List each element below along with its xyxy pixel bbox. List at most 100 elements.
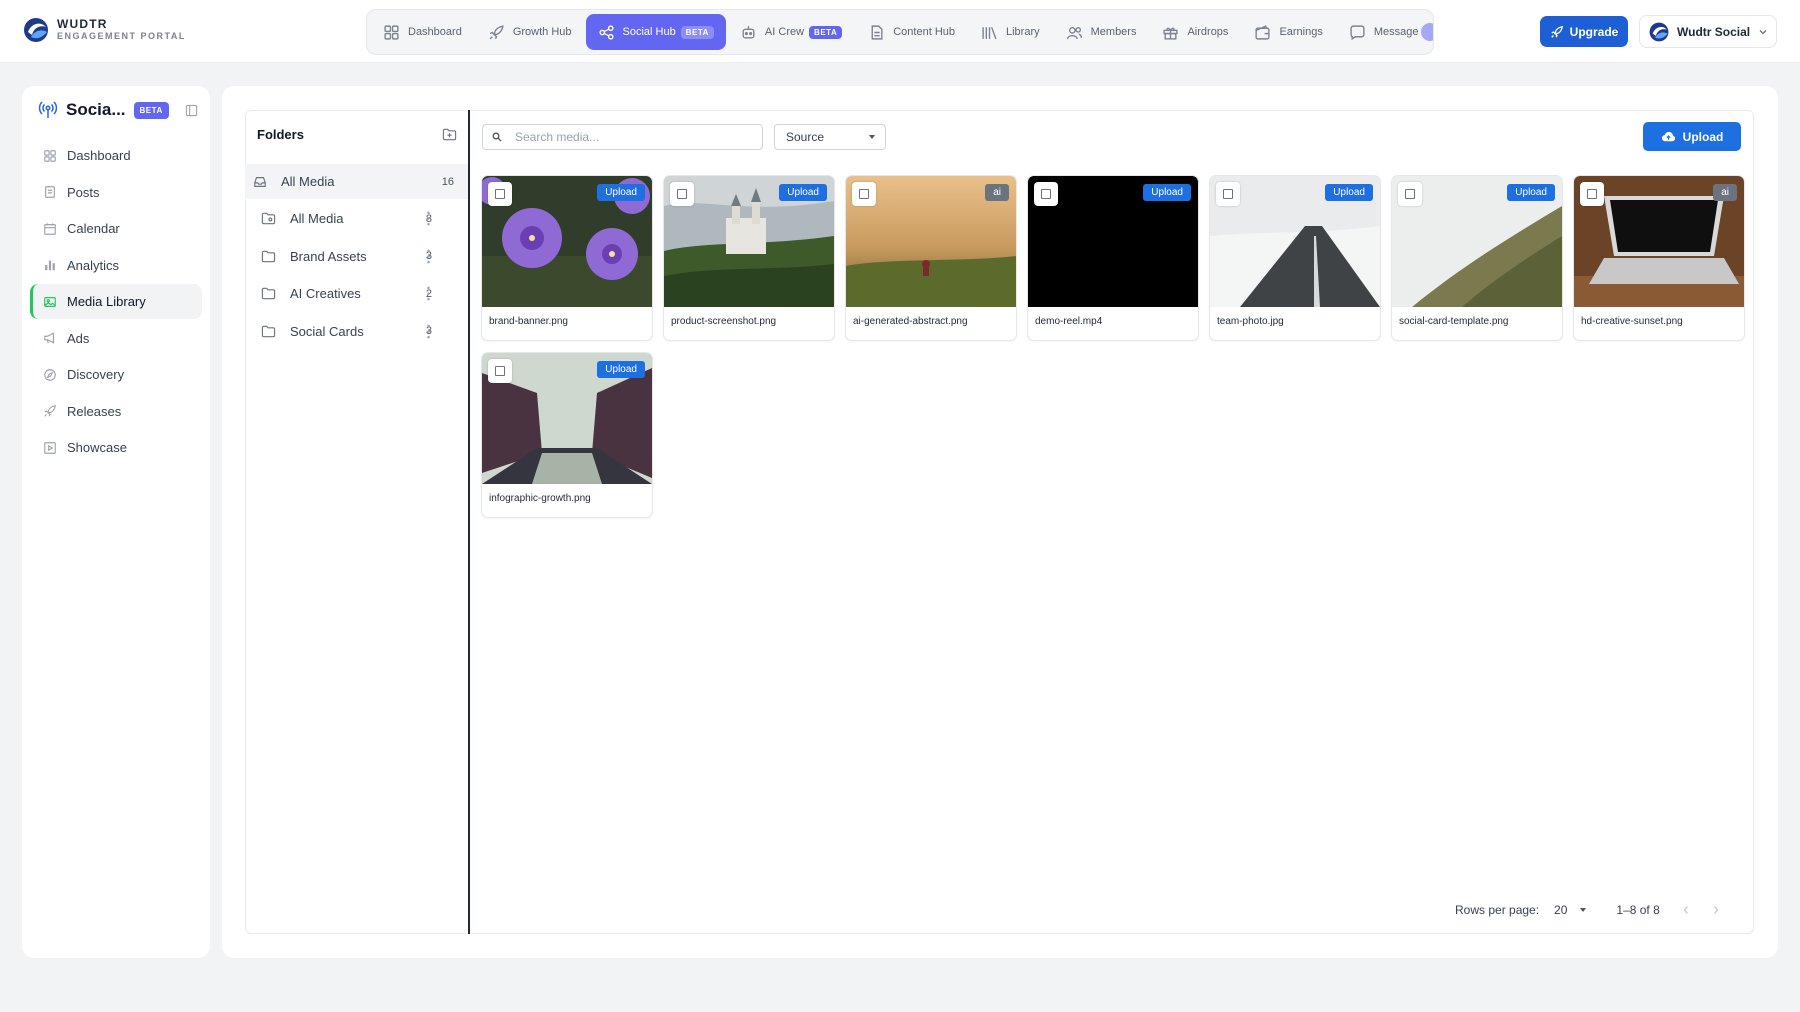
sidebar-item-dashboard[interactable]: Dashboard bbox=[30, 138, 202, 173]
robot-icon bbox=[742, 25, 755, 39]
upload-button[interactable]: Upload bbox=[1643, 122, 1741, 151]
grid-icon bbox=[44, 149, 56, 162]
nav-label: Growth Hub bbox=[512, 26, 572, 38]
media-card[interactable]: Upload brand-banner.png bbox=[482, 176, 652, 340]
sidebar-collapse-icon[interactable] bbox=[185, 104, 198, 117]
folder-social-cards[interactable]: Social Cards 3 bbox=[245, 313, 468, 351]
sidebar-header: Socia... BETA bbox=[38, 100, 198, 120]
nav-dashboard[interactable]: Dashboard bbox=[371, 14, 474, 50]
media-filename: team-photo.jpg bbox=[1217, 316, 1284, 327]
nav-label: AI Crew bbox=[764, 26, 805, 38]
account-logo-icon bbox=[1649, 22, 1669, 41]
books-icon bbox=[982, 26, 997, 39]
folder-ai-creatives[interactable]: AI Creatives 2 bbox=[245, 275, 468, 313]
media-card[interactable]: ai ai-generated-abstract.png bbox=[846, 176, 1016, 340]
media-filename: demo-reel.mp4 bbox=[1035, 316, 1103, 327]
caret-down-icon bbox=[1580, 908, 1587, 912]
nav-members[interactable]: Members bbox=[1054, 14, 1149, 50]
sidebar-item-calendar[interactable]: Calendar bbox=[30, 211, 202, 246]
media-card[interactable]: Upload team-photo.jpg bbox=[1210, 176, 1380, 340]
account-name: Wudtr Social bbox=[1677, 24, 1751, 39]
sidebar-item-ads[interactable]: Ads bbox=[30, 321, 202, 356]
sidebar-item-showcase[interactable]: Showcase bbox=[30, 430, 202, 465]
brand-logo-icon bbox=[24, 18, 48, 42]
chevron-down-icon bbox=[1759, 29, 1767, 34]
document-icon bbox=[45, 186, 55, 198]
sidebar-item-label: Analytics bbox=[67, 257, 120, 273]
sidebar-item-label: Releases bbox=[67, 403, 122, 419]
rows-per-page-value: 20 bbox=[1554, 903, 1568, 917]
search-icon bbox=[492, 132, 502, 142]
media-checkbox[interactable] bbox=[488, 359, 512, 383]
sidebar-item-label: Ads bbox=[67, 330, 90, 346]
media-checkbox[interactable] bbox=[1216, 182, 1240, 206]
media-card[interactable]: Upload social-card-template.png bbox=[1392, 176, 1562, 340]
folder-icon bbox=[261, 250, 276, 262]
nav-earnings[interactable]: Earnings bbox=[1242, 14, 1334, 50]
sidebar-item-label: Discovery bbox=[67, 367, 125, 382]
nav-airdrops[interactable]: Airdrops bbox=[1150, 14, 1240, 50]
upgrade-label: Upgrade bbox=[1569, 24, 1619, 39]
media-checkbox[interactable] bbox=[670, 182, 694, 206]
sidebar-item-analytics[interactable]: Analytics bbox=[30, 248, 202, 283]
chevron-right-icon[interactable] bbox=[1712, 905, 1720, 915]
nav-social-hub[interactable]: Social Hub BETA bbox=[585, 14, 726, 50]
media-card[interactable]: Upload product-screenshot.png bbox=[664, 176, 834, 340]
media-card[interactable]: Upload infographic-growth.png bbox=[482, 353, 652, 517]
chevron-left-icon[interactable] bbox=[1682, 905, 1690, 915]
nav-library[interactable]: Library bbox=[969, 14, 1052, 50]
sidebar-item-media-library[interactable]: Media Library bbox=[30, 284, 202, 319]
nav-label: Library bbox=[1006, 26, 1040, 38]
nav-label: Members bbox=[1090, 26, 1137, 38]
media-checkbox[interactable] bbox=[1580, 182, 1604, 206]
media-checkbox[interactable] bbox=[1398, 182, 1422, 206]
nav-growth-hub[interactable]: Growth Hub bbox=[476, 14, 584, 50]
media-source-tag: ai bbox=[985, 184, 1009, 201]
sidebar-item-label: Posts bbox=[67, 184, 100, 200]
media-filename: product-screenshot.png bbox=[671, 316, 777, 327]
account-switcher[interactable]: Wudtr Social bbox=[1639, 15, 1777, 48]
media-card[interactable]: ai hd-creative-sunset.png bbox=[1574, 176, 1744, 340]
media-checkbox[interactable] bbox=[488, 182, 512, 206]
beta-badge: BETA bbox=[680, 25, 714, 39]
folder-icon bbox=[261, 288, 276, 300]
more-vertical-icon[interactable] bbox=[421, 211, 436, 226]
sidebar-item-releases[interactable]: Releases bbox=[30, 394, 202, 429]
new-folder-icon[interactable] bbox=[442, 127, 457, 142]
play-square-icon bbox=[44, 441, 56, 454]
nav-ai-crew[interactable]: AI Crew BETA bbox=[728, 14, 854, 50]
more-vertical-icon[interactable] bbox=[421, 324, 436, 339]
cloud-upload-icon bbox=[1661, 131, 1675, 142]
calendar-icon bbox=[44, 222, 56, 235]
nav-message[interactable]: Message bbox=[1337, 14, 1433, 50]
sidebar-item-label: Showcase bbox=[67, 440, 127, 455]
nav-label: Message bbox=[1373, 26, 1419, 38]
brand[interactable]: WUDTR ENGAGEMENT PORTAL bbox=[22, 16, 186, 44]
rows-per-page-select[interactable]: 20 bbox=[1554, 903, 1587, 917]
search-box[interactable] bbox=[482, 124, 763, 150]
upload-label: Upload bbox=[1682, 129, 1724, 144]
media-card[interactable]: Upload demo-reel.mp4 bbox=[1028, 176, 1198, 340]
nav-content-hub[interactable]: Content Hub bbox=[856, 14, 967, 50]
folder-shared-icon bbox=[261, 213, 276, 225]
media-checkbox[interactable] bbox=[852, 182, 876, 206]
folder-list: All Media 16 All Media 8 Brand Assets 3 … bbox=[245, 164, 468, 350]
upgrade-button[interactable]: Upgrade bbox=[1540, 16, 1628, 47]
top-bar: WUDTR ENGAGEMENT PORTAL Dashboard Growth… bbox=[0, 0, 1800, 63]
pagination: Rows per page: 20 1–8 of 8 bbox=[1455, 900, 1745, 920]
more-vertical-icon[interactable] bbox=[421, 249, 436, 264]
more-vertical-icon[interactable] bbox=[421, 286, 436, 301]
sidebar-item-posts[interactable]: Posts bbox=[30, 175, 202, 210]
folder-all-media-root[interactable]: All Media 16 bbox=[245, 164, 468, 199]
sidebar-item-discovery[interactable]: Discovery bbox=[30, 357, 202, 392]
wallet-icon bbox=[1255, 24, 1271, 40]
document-icon bbox=[871, 24, 883, 40]
nav-label: Social Hub bbox=[622, 26, 676, 38]
folder-brand-assets[interactable]: Brand Assets 3 bbox=[245, 238, 468, 276]
folder-all-media[interactable]: All Media 8 bbox=[245, 200, 468, 238]
search-input[interactable] bbox=[515, 130, 745, 144]
main-nav: Dashboard Growth Hub Social Hub BETA AI … bbox=[366, 9, 1434, 55]
compass-icon bbox=[44, 368, 56, 381]
media-checkbox[interactable] bbox=[1034, 182, 1058, 206]
source-select[interactable]: Source bbox=[774, 124, 886, 150]
